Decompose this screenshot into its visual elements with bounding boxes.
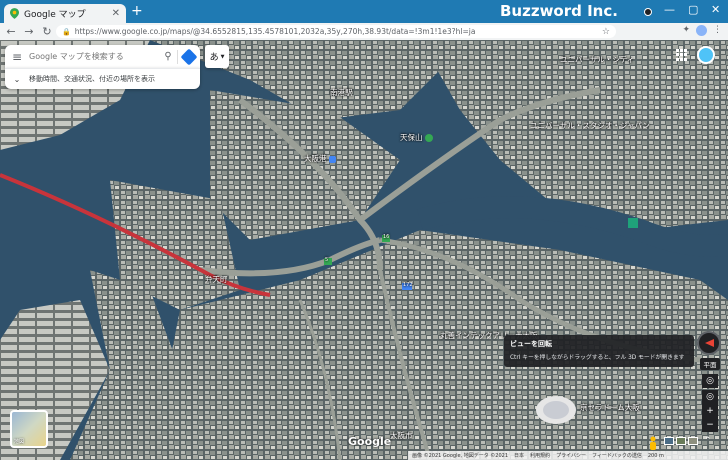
map-label-tempozan[interactable]: 天保山 (400, 132, 433, 143)
chevron-down-icon[interactable]: ⌄ (5, 75, 29, 84)
map-imagery (0, 40, 728, 460)
brand-title: Buzzword Inc. (500, 2, 618, 20)
footer-terms[interactable]: 利用規約 (530, 452, 550, 459)
more-menu-icon[interactable]: ⋮ (713, 25, 722, 36)
search-input[interactable] (29, 52, 159, 61)
title-bar: Google マップ ✕ + Buzzword Inc. — ▢ ✕ (0, 0, 728, 23)
layers-label: 地図 (14, 439, 25, 445)
imagery-thumbnails (664, 437, 698, 445)
route-16-shield: 16 (383, 234, 390, 240)
map-label-tempozan-text: 天保山 (400, 133, 423, 142)
ime-label: あ (209, 53, 219, 63)
station-pin-icon (328, 155, 336, 163)
tab-title: Google マップ (24, 10, 86, 20)
footer-feedback[interactable]: フィードバックの送信 (592, 452, 642, 459)
park-pin-icon (424, 134, 433, 142)
directions-icon (180, 48, 198, 65)
url-text[interactable]: https://www.google.co.jp/maps/@34.655281… (75, 27, 602, 36)
zoom-out-button[interactable]: − (702, 418, 718, 432)
footer-japan[interactable]: 日本 (514, 452, 524, 459)
expand-icon[interactable]: ⌃ (704, 436, 712, 446)
satellite-map[interactable]: 南港駅 ユニバーサル・シティ ユニバーサル・スタジオ・ジャパン 天保山 大阪港 … (0, 40, 728, 460)
footer-privacy[interactable]: プライバシー (556, 452, 586, 459)
compass-rotate-icon[interactable] (697, 331, 721, 355)
search-icon[interactable]: ⚲ (159, 51, 177, 62)
address-bar[interactable]: 🔒 https://www.google.co.jp/maps/@34.6552… (56, 25, 616, 38)
menu-icon[interactable]: ≡ (5, 50, 29, 64)
forward-button[interactable]: → (22, 25, 36, 38)
map-label-nanko[interactable]: 南港駅 (330, 87, 353, 98)
pegman-icon[interactable] (648, 436, 658, 450)
rotate-tooltip: ビューを回転 Ctrl キーを押しながらドラッグすると、フル 3D モードが開き… (504, 335, 694, 367)
extension-icons: ✦ ⋮ (682, 25, 722, 36)
map-label-usj[interactable]: ユニバーサル・スタジオ・ジャパン (530, 120, 650, 131)
scale-bar[interactable]: 200 m (648, 453, 664, 459)
map-label-osaka-city[interactable]: 大阪市 (390, 430, 413, 441)
close-window-button[interactable]: ✕ (711, 3, 720, 16)
imagery-credit: 画像 ©2021 Google, 地図データ ©2021 (412, 453, 509, 459)
maximize-button[interactable]: ▢ (688, 3, 698, 16)
tooltip-body: Ctrl キーを押しながらドラッグすると、フル 3D モードが開きます (510, 355, 685, 361)
map-label-bentencho[interactable]: 弁天町 (205, 274, 228, 285)
my-location-icon[interactable]: ◎ (702, 374, 718, 388)
map-label-osakako-text: 大阪港 (304, 154, 327, 163)
lock-icon: 🔒 (62, 27, 71, 36)
bookmark-star-icon[interactable]: ☆ (602, 27, 610, 37)
imagery-thumb-3[interactable] (688, 437, 698, 445)
tab-close-icon[interactable]: ✕ (112, 8, 120, 19)
google-logo: Google (348, 435, 392, 448)
ime-toggle[interactable]: あ ▼ (205, 45, 229, 68)
map-label-universal-city[interactable]: ユニバーサル・シティ (560, 54, 634, 65)
ime-arrow-icon: ▼ (220, 53, 225, 60)
zoom-in-button[interactable]: + (702, 404, 718, 418)
map-label-osakako[interactable]: 大阪港 (304, 153, 336, 164)
reload-button[interactable]: ↻ (40, 25, 54, 38)
route-5-shield: 5 (325, 257, 329, 263)
commute-text: 移動時間、交通状況、付近の場所を表示 (29, 75, 155, 83)
browser-toolbar: ← → ↻ 🔒 https://www.google.co.jp/maps/@3… (0, 23, 728, 40)
route-172-shield: 172 (403, 282, 413, 288)
maps-pin-icon (10, 8, 19, 19)
apps-grid-icon[interactable] (676, 49, 688, 61)
imagery-thumb-2[interactable] (676, 437, 686, 445)
account-dot-icon[interactable] (644, 8, 652, 16)
directions-button[interactable] (178, 48, 200, 65)
map-label-kyocera[interactable]: 京セラドーム大阪 (580, 402, 640, 413)
street-location-icon[interactable]: ◎ (702, 390, 718, 404)
map-footer: 画像 ©2021 Google, 地図データ ©2021 日本 利用規約 プライ… (408, 451, 728, 460)
tab-google-maps[interactable]: Google マップ ✕ (4, 4, 126, 23)
profile-icon[interactable] (696, 25, 707, 36)
new-tab-button[interactable]: + (131, 3, 143, 19)
imagery-thumb-1[interactable] (664, 437, 674, 445)
back-button[interactable]: ← (4, 25, 18, 38)
flat-view-button[interactable]: 平面 (700, 358, 720, 370)
account-avatar[interactable] (697, 46, 715, 64)
minimize-button[interactable]: — (664, 3, 675, 16)
search-box: ≡ ⚲ (5, 45, 200, 68)
commute-panel[interactable]: ⌄ 移動時間、交通状況、付近の場所を表示 (5, 68, 200, 89)
layers-toggle[interactable]: 地図 (10, 410, 48, 448)
tooltip-title: ビューを回転 (510, 340, 552, 348)
puzzle-icon[interactable]: ✦ (682, 25, 690, 36)
